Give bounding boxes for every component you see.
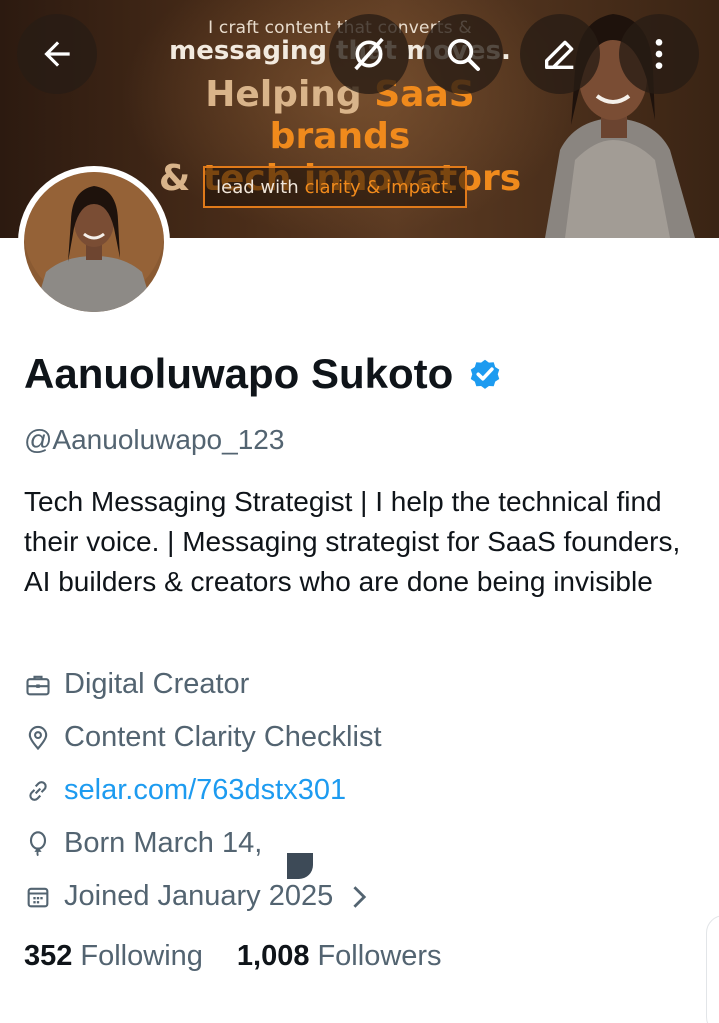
link-icon — [29, 780, 47, 801]
profile-category: Digital Creator — [24, 668, 249, 701]
search-button[interactable] — [423, 14, 503, 94]
more-vertical-icon — [655, 39, 663, 69]
profile-name-text: Aanuoluwapo Sukoto — [24, 350, 454, 397]
followers-label: Followers — [317, 940, 442, 972]
joined-text: Joined January 2025 — [64, 880, 334, 912]
profile-birthday: Born March 14, — [24, 827, 262, 860]
website-link[interactable]: selar.com/763dstx301 — [64, 774, 346, 807]
avatar-photo — [24, 172, 164, 312]
following-count: 352 — [24, 940, 73, 972]
following-link[interactable]: 352 Following — [24, 940, 203, 973]
location-pin-icon — [28, 725, 48, 750]
banner-pill: lead with clarity & impact. — [203, 166, 467, 208]
avatar-image — [24, 172, 164, 312]
edge-card — [706, 915, 719, 1023]
location-text: Content Clarity Checklist — [64, 721, 382, 753]
followers-count: 1,008 — [236, 940, 310, 972]
edit-icon — [545, 40, 574, 70]
edit-button[interactable] — [520, 14, 600, 94]
more-button[interactable] — [619, 14, 699, 94]
arrow-left-icon — [44, 41, 70, 67]
follow-stats: 352 Following 1,008 Followers — [24, 940, 442, 973]
balloon-icon — [29, 830, 47, 856]
profile-name: Aanuoluwapo Sukoto — [24, 350, 503, 398]
avatar[interactable] — [18, 166, 170, 318]
calendar-icon — [27, 887, 49, 907]
profile-handle: @Aanuoluwapo_123 — [24, 424, 285, 455]
category-text: Digital Creator — [64, 668, 250, 700]
tooltip-pointer — [287, 853, 313, 879]
birthday-text: Born March 14, — [64, 827, 263, 859]
briefcase-icon — [26, 675, 50, 695]
grok-icon — [354, 37, 384, 71]
profile-website[interactable]: selar.com/763dstx301 — [24, 774, 346, 807]
chevron-right-icon[interactable] — [351, 883, 369, 911]
back-button[interactable] — [17, 14, 97, 94]
verified-badge-icon[interactable] — [467, 356, 503, 392]
grok-button[interactable] — [329, 14, 409, 94]
search-icon — [447, 38, 480, 71]
profile-joined[interactable]: Joined January 2025 — [24, 880, 369, 913]
profile-location: Content Clarity Checklist — [24, 721, 382, 754]
followers-link[interactable]: 1,008 Followers — [237, 940, 442, 973]
profile-bio: Tech Messaging Strategist | I help the t… — [24, 486, 681, 597]
following-label: Following — [80, 940, 203, 972]
banner-headline-1: Helping SaaS brands — [205, 74, 475, 157]
